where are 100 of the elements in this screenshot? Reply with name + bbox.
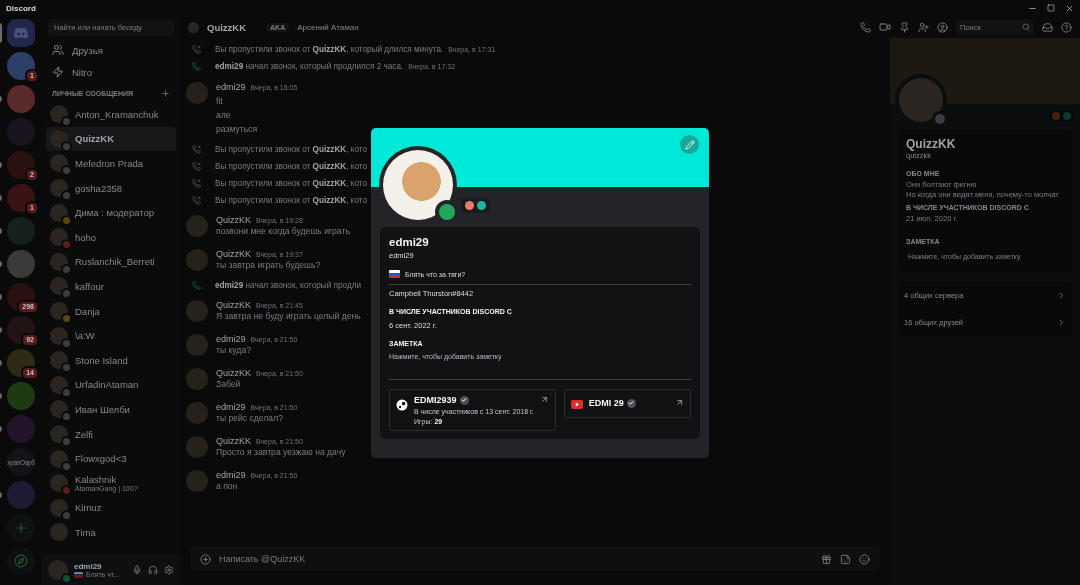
message-text: Забей bbox=[216, 378, 242, 389]
explore-button[interactable] bbox=[7, 547, 35, 575]
add-icon[interactable] bbox=[161, 89, 170, 98]
message-text: Я завтра не буду играть целый день bbox=[216, 310, 361, 321]
video-icon[interactable] bbox=[879, 21, 891, 33]
chevron-icon bbox=[1057, 318, 1066, 327]
conversation-item[interactable]: Mefedron Prada bbox=[46, 151, 176, 176]
settings-icon[interactable] bbox=[164, 565, 174, 575]
conversation-item[interactable]: \a:W bbox=[46, 323, 176, 348]
message-author[interactable]: QuizzKK bbox=[216, 299, 251, 310]
photo-placeholder bbox=[383, 150, 453, 220]
nav-item[interactable]: Nitro bbox=[42, 61, 180, 83]
emoji-icon[interactable] bbox=[859, 553, 870, 565]
add-user-icon[interactable] bbox=[918, 21, 929, 33]
avatar bbox=[186, 401, 208, 424]
conversation-name: Anton_Kramanchuk bbox=[75, 108, 159, 120]
maximize-icon[interactable] bbox=[1047, 4, 1055, 12]
chevron-icon bbox=[1057, 291, 1066, 300]
message-text: fit bbox=[216, 95, 224, 106]
app-title: Discord bbox=[6, 3, 36, 13]
edit-button[interactable] bbox=[680, 135, 699, 154]
gift-icon[interactable] bbox=[821, 553, 832, 565]
friends-icon bbox=[52, 44, 64, 56]
message-text: ты завтра играть будешь? bbox=[216, 259, 321, 270]
message-author[interactable]: QuizzKK bbox=[216, 367, 251, 378]
conversation-item[interactable]: hoho bbox=[46, 224, 176, 250]
home-button[interactable] bbox=[7, 19, 35, 47]
conversation-item[interactable]: UrfadinAtaman bbox=[46, 372, 176, 398]
conversation-item[interactable]: QuizzKK bbox=[46, 126, 176, 152]
message-author[interactable]: QuizzKK bbox=[216, 214, 251, 225]
user-name: edmi29 bbox=[74, 562, 103, 571]
sticker-icon[interactable] bbox=[840, 553, 851, 565]
avatar bbox=[50, 375, 68, 394]
avatar bbox=[50, 523, 68, 542]
compass-icon bbox=[14, 554, 28, 568]
conversation-name: hoho bbox=[75, 231, 97, 243]
connection-name: EDMI2939 bbox=[414, 395, 457, 405]
avatar bbox=[50, 277, 68, 296]
nav-item[interactable]: Друзья bbox=[42, 39, 180, 61]
call-notice: Вы пропустили звонок от QuizzKK, кото bbox=[215, 145, 368, 155]
search-icon bbox=[1022, 23, 1030, 31]
avatar bbox=[899, 78, 943, 122]
avatar bbox=[186, 367, 208, 390]
message-author[interactable]: QuizzKK bbox=[216, 248, 251, 259]
missed-call-icon bbox=[192, 195, 201, 205]
plus-icon[interactable] bbox=[200, 553, 211, 565]
message-text: ты куда? bbox=[216, 344, 252, 355]
conversation-item[interactable]: gosha2358 bbox=[46, 175, 176, 201]
message-author[interactable]: edmi29 bbox=[216, 469, 246, 480]
message-text: позвони мне когда будешь играть bbox=[216, 225, 350, 236]
conversation-item[interactable]: Anton_Kramanchuk bbox=[46, 102, 176, 127]
missed-call-icon bbox=[192, 145, 201, 155]
microphone-icon[interactable] bbox=[132, 565, 142, 575]
profile-icon[interactable] bbox=[937, 21, 948, 33]
conversation-name: kaffour bbox=[75, 280, 104, 292]
conversation-item[interactable]: Ruslanchik_Berreti bbox=[46, 249, 176, 275]
conversation-item[interactable]: Danja bbox=[46, 298, 176, 324]
message-author[interactable]: edmi29 bbox=[216, 333, 246, 344]
call-notice: edmi29 начал звонок, который продли bbox=[215, 280, 362, 290]
conversation-item[interactable]: Иван Шелби bbox=[46, 397, 176, 422]
message-field[interactable]: Написать @QuizzKK bbox=[190, 547, 880, 571]
conversation-item[interactable]: Zelfi bbox=[46, 421, 176, 447]
conversation-item[interactable]: Kimuz bbox=[46, 495, 176, 521]
badge-list bbox=[1049, 110, 1074, 122]
missed-call-icon bbox=[192, 44, 201, 54]
connection-name: EDMI 29 bbox=[588, 398, 624, 408]
conversation-name: Mefedron Prada bbox=[75, 158, 144, 169]
conversation-item[interactable]: Stone Island bbox=[46, 347, 176, 373]
conversation-item[interactable]: Flowxgod<3 bbox=[46, 446, 176, 471]
message-text: размуться bbox=[216, 123, 259, 134]
message-author[interactable]: edmi29 bbox=[216, 401, 246, 412]
avatar bbox=[50, 203, 68, 222]
avatar bbox=[50, 228, 68, 247]
phone-icon bbox=[192, 280, 201, 290]
message-author[interactable]: QuizzKK bbox=[216, 435, 251, 446]
avatar bbox=[186, 469, 208, 492]
help-icon[interactable] bbox=[1061, 21, 1072, 33]
display-name: edmi29 bbox=[389, 236, 430, 248]
pin-icon[interactable] bbox=[899, 21, 910, 33]
headphones-icon[interactable] bbox=[148, 565, 158, 575]
avatar bbox=[50, 351, 68, 370]
chat-title: QuizzKK bbox=[207, 21, 247, 33]
conversation-name: gosha2358 bbox=[75, 182, 123, 194]
external-link-icon[interactable] bbox=[675, 398, 684, 407]
avatar bbox=[50, 474, 68, 493]
conversation-item[interactable]: kaffour bbox=[46, 274, 176, 299]
external-link-icon[interactable] bbox=[539, 395, 549, 404]
conversation-name: \a:W bbox=[75, 330, 95, 342]
avatar bbox=[50, 498, 68, 517]
conversation-name: Иван Шелби bbox=[75, 403, 130, 415]
conversation-item[interactable]: Tima bbox=[46, 520, 176, 545]
phone-icon[interactable] bbox=[860, 21, 871, 33]
badge-list bbox=[461, 198, 490, 213]
close-icon[interactable] bbox=[1065, 3, 1074, 13]
call-notice: Вы пропустили звонок от QuizzKK, который длился минута. bbox=[215, 44, 444, 54]
message-author[interactable]: edmi29 bbox=[216, 81, 246, 92]
inbox-icon[interactable] bbox=[1042, 21, 1053, 33]
message-text: але bbox=[216, 109, 232, 120]
conversation-item[interactable]: Дима : модератор bbox=[46, 200, 176, 225]
avatar bbox=[50, 326, 68, 345]
